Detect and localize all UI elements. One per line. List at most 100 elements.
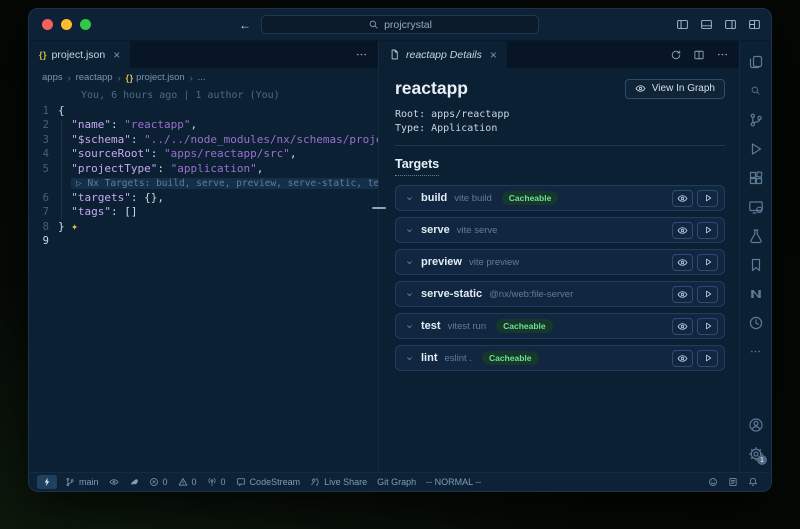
broadcast-icon <box>207 477 217 487</box>
more-icon[interactable] <box>740 337 771 366</box>
settings-gear-icon[interactable]: 1 <box>740 439 771 468</box>
code-line[interactable]: 1{ <box>29 104 378 119</box>
customize-layout-icon[interactable] <box>748 18 761 31</box>
statusbar-git-graph[interactable]: Git Graph <box>372 475 421 489</box>
statusbar-main[interactable]: main <box>60 475 104 489</box>
account-icon[interactable] <box>740 410 771 439</box>
liveshare-icon <box>310 477 320 487</box>
code-line[interactable]: 9 <box>29 234 378 249</box>
code-line[interactable]: 4 "sourceRoot": "apps/reactapp/src", <box>29 147 378 162</box>
breadcrumb-item[interactable]: reactapp <box>76 72 113 83</box>
run-target-button[interactable] <box>697 286 718 303</box>
more-icon[interactable] <box>355 48 368 61</box>
code-line[interactable]: 5 "projectType": "application", <box>29 162 378 177</box>
breadcrumb-item[interactable]: ... <box>198 72 206 83</box>
target-row-build[interactable]: buildvite buildCacheable <box>395 185 725 211</box>
statusbar-codestream[interactable]: CodeStream <box>231 475 306 489</box>
statusbar-normal[interactable]: -- NORMAL -- <box>421 475 486 489</box>
run-target-button[interactable] <box>697 190 718 207</box>
nx-codelens-line[interactable]: ▷ Nx Targets: build, serve, preview, ser… <box>29 176 378 191</box>
source-control-icon[interactable] <box>740 105 771 134</box>
toggle-primary-sidebar-icon[interactable] <box>676 18 689 31</box>
breadcrumb-item[interactable]: { }project.json <box>126 72 185 83</box>
run-target-button[interactable] <box>697 350 718 367</box>
code-line[interactable]: 6 "targets": {}, <box>29 191 378 206</box>
statusbar-live-share[interactable]: Live Share <box>305 475 372 489</box>
run-target-button[interactable] <box>697 318 718 335</box>
breadcrumb-separator: › <box>190 73 193 83</box>
tab-reactapp-details[interactable]: reactapp Details × <box>379 41 507 68</box>
statusbar-feedback-smiley[interactable] <box>703 475 723 489</box>
target-row-serve-static[interactable]: serve-static @nx/web:file-server <box>395 281 725 307</box>
toggle-secondary-sidebar-icon[interactable] <box>724 18 737 31</box>
view-in-graph-button[interactable]: View In Graph <box>625 79 725 99</box>
bookmarks-icon[interactable] <box>740 250 771 279</box>
maximize-window-button[interactable] <box>80 19 91 30</box>
nx-targets-codelens[interactable]: ▷ Nx Targets: build, serve, preview, ser… <box>71 178 378 189</box>
target-row-test[interactable]: testvitest runCacheable <box>395 313 725 339</box>
test-beaker-icon[interactable] <box>740 221 771 250</box>
show-target-config-button[interactable] <box>672 254 693 271</box>
show-target-config-button[interactable] <box>672 286 693 303</box>
target-row-lint[interactable]: linteslint .Cacheable <box>395 345 725 371</box>
target-command: @nx/web:file-server <box>489 289 573 300</box>
sash-handle[interactable] <box>372 207 386 209</box>
show-target-config-button[interactable] <box>672 190 693 207</box>
more-icon[interactable] <box>716 48 729 61</box>
nx-console-icon[interactable] <box>740 279 771 308</box>
breadcrumb-item[interactable]: apps <box>42 72 63 83</box>
close-icon[interactable]: × <box>490 49 497 61</box>
statusbar-bird[interactable] <box>124 475 144 489</box>
show-target-config-button[interactable] <box>672 318 693 335</box>
show-target-config-button[interactable] <box>672 222 693 239</box>
code-line[interactable]: 2 "name": "reactapp", <box>29 118 378 133</box>
statusbar-0[interactable]: 0 <box>202 475 231 489</box>
statusbar-0[interactable]: 00 <box>144 475 202 489</box>
chevron-down-icon[interactable] <box>405 226 414 235</box>
chevron-down-icon[interactable] <box>405 194 414 203</box>
search-icon[interactable] <box>740 76 771 105</box>
blame-text: You, 6 hours ago | 1 author (You) <box>49 89 280 104</box>
target-name: serve-static <box>421 288 482 300</box>
refresh-icon[interactable] <box>670 49 682 61</box>
statusbar-remote-lightning[interactable] <box>37 475 57 489</box>
gitlens-blame-annotation[interactable]: You, 6 hours ago | 1 author (You) <box>29 89 378 104</box>
target-row-preview[interactable]: previewvite preview <box>395 249 725 275</box>
chevron-down-icon[interactable] <box>405 258 414 267</box>
show-target-config-button[interactable] <box>672 350 693 367</box>
target-name: lint <box>421 352 438 364</box>
run-target-button[interactable] <box>697 222 718 239</box>
project-details-panel: reactapp View In Graph Root: apps/reacta… <box>379 68 739 472</box>
close-icon[interactable]: × <box>113 49 120 61</box>
indent-guide <box>61 120 62 220</box>
minimize-window-button[interactable] <box>61 19 72 30</box>
tab-project-json[interactable]: { } project.json × <box>29 41 130 68</box>
chevron-down-icon[interactable] <box>405 290 414 299</box>
remote-explorer-icon[interactable] <box>740 192 771 221</box>
code-line[interactable]: 7 "tags": [] <box>29 205 378 220</box>
split-editor-icon[interactable] <box>693 49 705 61</box>
chevron-down-icon[interactable] <box>405 322 414 331</box>
statusbar-visibility[interactable] <box>104 475 124 489</box>
bird-icon <box>129 477 139 487</box>
run-target-button[interactable] <box>697 254 718 271</box>
codestream-icon <box>236 477 246 487</box>
cacheable-badge: Cacheable <box>502 191 559 205</box>
run-debug-icon[interactable] <box>740 134 771 163</box>
close-window-button[interactable] <box>42 19 53 30</box>
statusbar-bell[interactable] <box>743 475 763 489</box>
target-row-serve[interactable]: servevite serve <box>395 217 725 243</box>
code-line[interactable]: 3 "$schema": "../../node_modules/nx/sche… <box>29 133 378 148</box>
back-arrow-icon[interactable]: ← <box>239 18 251 32</box>
time-tracker-icon[interactable] <box>740 308 771 337</box>
statusbar-formatter-doc[interactable] <box>723 475 743 489</box>
line-number: 8 <box>29 220 49 235</box>
toggle-panel-icon[interactable] <box>700 18 713 31</box>
command-center-search[interactable]: projcrystal <box>261 15 539 34</box>
code-line[interactable]: 8} ✦ <box>29 220 378 235</box>
extensions-icon[interactable] <box>740 163 771 192</box>
chevron-down-icon[interactable] <box>405 354 414 363</box>
error-circle-icon <box>149 477 159 487</box>
copy-files-icon[interactable] <box>740 47 771 76</box>
code-editor[interactable]: You, 6 hours ago | 1 author (You)1{2 "na… <box>29 87 378 472</box>
